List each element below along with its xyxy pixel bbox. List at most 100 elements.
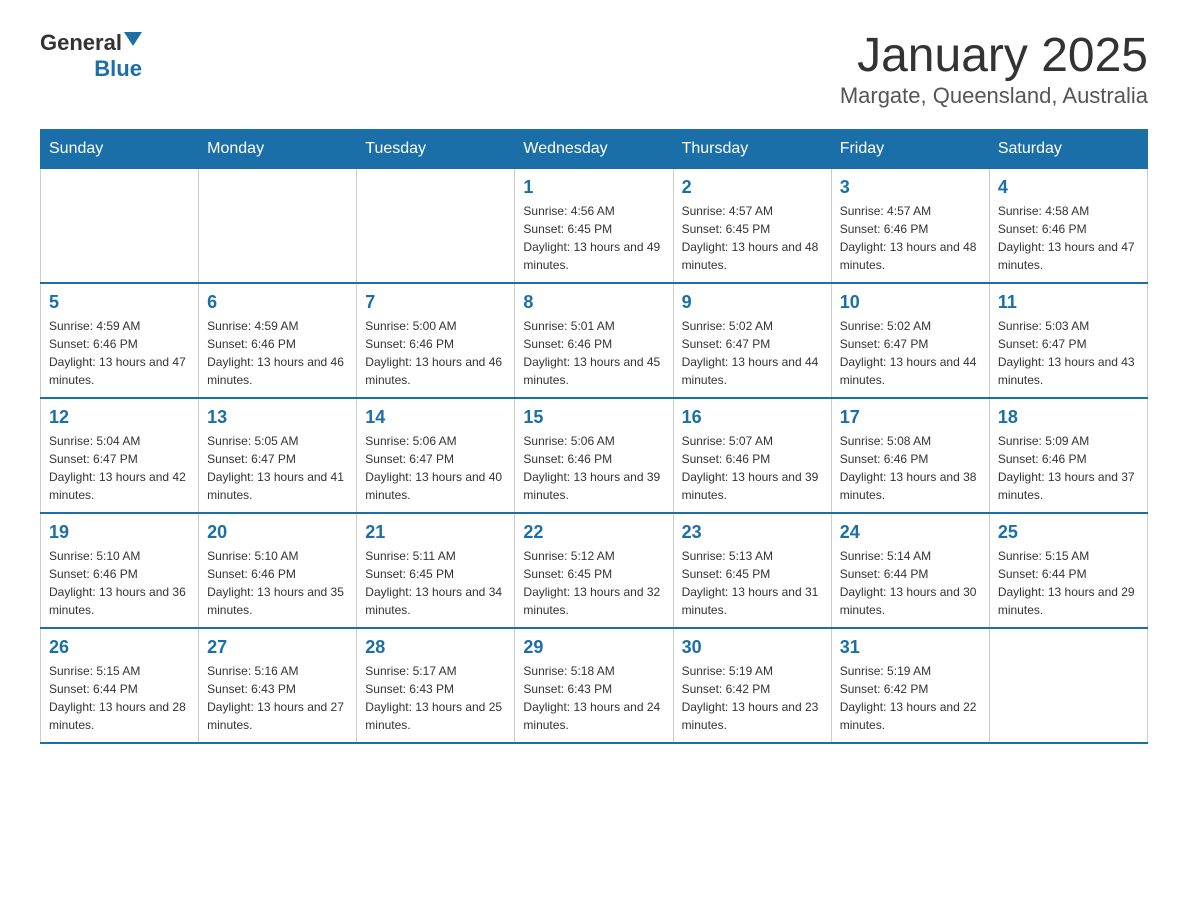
day-info: Sunrise: 5:07 AM Sunset: 6:46 PM Dayligh… — [682, 432, 823, 504]
day-cell: 24Sunrise: 5:14 AM Sunset: 6:44 PM Dayli… — [831, 513, 989, 628]
day-cell: 15 Sunrise: 5:06 AM Sunset: 6:46 PM Dayli… — [515, 398, 673, 513]
week-row-3: 12 Sunrise: 5:04 AM Sunset: 6:47 PM Dayli… — [41, 398, 1148, 513]
day-info: Sunrise: 4:57 AM Sunset: 6:46 PM Dayligh… — [840, 202, 981, 274]
day-cell: 2Sunrise: 4:57 AM Sunset: 6:45 PM Daylig… — [673, 168, 831, 283]
day-cell: 27 Sunrise: 5:16 AM Sunset: 6:43 PM Dayli… — [199, 628, 357, 743]
day-number: 12 — [49, 407, 190, 428]
day-number: 30 — [682, 637, 823, 658]
day-number: 29 — [523, 637, 664, 658]
day-cell: 23Sunrise: 5:13 AM Sunset: 6:45 PM Dayli… — [673, 513, 831, 628]
day-number: 7 — [365, 292, 506, 313]
day-cell: 20 Sunrise: 5:10 AM Sunset: 6:46 PM Dayli… — [199, 513, 357, 628]
logo-arrow-icon — [124, 32, 142, 50]
header-cell-monday: Monday — [199, 129, 357, 168]
day-cell: 29 Sunrise: 5:18 AM Sunset: 6:43 PM Dayli… — [515, 628, 673, 743]
day-cell: 22Sunrise: 5:12 AM Sunset: 6:45 PM Dayli… — [515, 513, 673, 628]
day-cell: 14 Sunrise: 5:06 AM Sunset: 6:47 PM Dayli… — [357, 398, 515, 513]
day-info: Sunrise: 5:17 AM Sunset: 6:43 PM Dayligh… — [365, 662, 506, 734]
day-number: 15 — [523, 407, 664, 428]
day-number: 14 — [365, 407, 506, 428]
logo-icon: General Blue — [40, 30, 142, 82]
day-info: Sunrise: 5:02 AM Sunset: 6:47 PM Dayligh… — [840, 317, 981, 389]
day-info: Sunrise: 5:00 AM Sunset: 6:46 PM Dayligh… — [365, 317, 506, 389]
day-number: 3 — [840, 177, 981, 198]
day-number: 31 — [840, 637, 981, 658]
day-number: 2 — [682, 177, 823, 198]
day-info: Sunrise: 5:01 AM Sunset: 6:46 PM Dayligh… — [523, 317, 664, 389]
day-info: Sunrise: 5:15 AM Sunset: 6:44 PM Dayligh… — [49, 662, 190, 734]
day-info: Sunrise: 5:06 AM Sunset: 6:46 PM Dayligh… — [523, 432, 664, 504]
day-info: Sunrise: 5:03 AM Sunset: 6:47 PM Dayligh… — [998, 317, 1139, 389]
day-number: 8 — [523, 292, 664, 313]
day-info: Sunrise: 5:02 AM Sunset: 6:47 PM Dayligh… — [682, 317, 823, 389]
header-cell-wednesday: Wednesday — [515, 129, 673, 168]
day-cell: 25Sunrise: 5:15 AM Sunset: 6:44 PM Dayli… — [989, 513, 1147, 628]
day-info: Sunrise: 5:10 AM Sunset: 6:46 PM Dayligh… — [49, 547, 190, 619]
day-number: 16 — [682, 407, 823, 428]
week-row-2: 5 Sunrise: 4:59 AM Sunset: 6:46 PM Daylig… — [41, 283, 1148, 398]
day-cell: 26 Sunrise: 5:15 AM Sunset: 6:44 PM Dayli… — [41, 628, 199, 743]
day-cell: 31 Sunrise: 5:19 AM Sunset: 6:42 PM Dayli… — [831, 628, 989, 743]
day-number: 11 — [998, 292, 1139, 313]
header-row: SundayMondayTuesdayWednesdayThursdayFrid… — [41, 129, 1148, 168]
day-number: 28 — [365, 637, 506, 658]
day-number: 9 — [682, 292, 823, 313]
day-number: 24 — [840, 522, 981, 543]
day-number: 19 — [49, 522, 190, 543]
header-cell-sunday: Sunday — [41, 129, 199, 168]
day-info: Sunrise: 5:18 AM Sunset: 6:43 PM Dayligh… — [523, 662, 664, 734]
day-cell: 30 Sunrise: 5:19 AM Sunset: 6:42 PM Dayli… — [673, 628, 831, 743]
day-cell: 28 Sunrise: 5:17 AM Sunset: 6:43 PM Dayli… — [357, 628, 515, 743]
day-info: Sunrise: 5:05 AM Sunset: 6:47 PM Dayligh… — [207, 432, 348, 504]
day-cell: 13Sunrise: 5:05 AM Sunset: 6:47 PM Dayli… — [199, 398, 357, 513]
day-cell: 9 Sunrise: 5:02 AM Sunset: 6:47 PM Daylig… — [673, 283, 831, 398]
day-number: 10 — [840, 292, 981, 313]
day-info: Sunrise: 5:10 AM Sunset: 6:46 PM Dayligh… — [207, 547, 348, 619]
day-cell: 16 Sunrise: 5:07 AM Sunset: 6:46 PM Dayli… — [673, 398, 831, 513]
day-number: 1 — [523, 177, 664, 198]
day-number: 4 — [998, 177, 1139, 198]
calendar-body: 1 Sunrise: 4:56 AM Sunset: 6:45 PM Daylig… — [41, 168, 1148, 743]
day-info: Sunrise: 4:58 AM Sunset: 6:46 PM Dayligh… — [998, 202, 1139, 274]
day-info: Sunrise: 5:16 AM Sunset: 6:43 PM Dayligh… — [207, 662, 348, 734]
day-info: Sunrise: 5:19 AM Sunset: 6:42 PM Dayligh… — [840, 662, 981, 734]
header-cell-saturday: Saturday — [989, 129, 1147, 168]
day-number: 18 — [998, 407, 1139, 428]
day-info: Sunrise: 5:12 AM Sunset: 6:45 PM Dayligh… — [523, 547, 664, 619]
day-cell: 12 Sunrise: 5:04 AM Sunset: 6:47 PM Dayli… — [41, 398, 199, 513]
day-info: Sunrise: 4:56 AM Sunset: 6:45 PM Dayligh… — [523, 202, 664, 274]
day-number: 26 — [49, 637, 190, 658]
day-number: 6 — [207, 292, 348, 313]
day-cell: 4 Sunrise: 4:58 AM Sunset: 6:46 PM Daylig… — [989, 168, 1147, 283]
day-number: 27 — [207, 637, 348, 658]
day-info: Sunrise: 5:04 AM Sunset: 6:47 PM Dayligh… — [49, 432, 190, 504]
day-cell: 7 Sunrise: 5:00 AM Sunset: 6:46 PM Daylig… — [357, 283, 515, 398]
day-cell: 6 Sunrise: 4:59 AM Sunset: 6:46 PM Daylig… — [199, 283, 357, 398]
day-info: Sunrise: 5:11 AM Sunset: 6:45 PM Dayligh… — [365, 547, 506, 619]
day-cell: 19 Sunrise: 5:10 AM Sunset: 6:46 PM Dayli… — [41, 513, 199, 628]
day-cell — [989, 628, 1147, 743]
day-info: Sunrise: 4:59 AM Sunset: 6:46 PM Dayligh… — [49, 317, 190, 389]
day-cell: 18 Sunrise: 5:09 AM Sunset: 6:46 PM Dayli… — [989, 398, 1147, 513]
day-info: Sunrise: 5:09 AM Sunset: 6:46 PM Dayligh… — [998, 432, 1139, 504]
header-cell-friday: Friday — [831, 129, 989, 168]
day-cell: 21Sunrise: 5:11 AM Sunset: 6:45 PM Dayli… — [357, 513, 515, 628]
logo-blue-text: Blue — [94, 56, 142, 81]
day-cell: 11 Sunrise: 5:03 AM Sunset: 6:47 PM Dayli… — [989, 283, 1147, 398]
day-info: Sunrise: 4:59 AM Sunset: 6:46 PM Dayligh… — [207, 317, 348, 389]
day-number: 17 — [840, 407, 981, 428]
day-info: Sunrise: 5:06 AM Sunset: 6:47 PM Dayligh… — [365, 432, 506, 504]
header-cell-tuesday: Tuesday — [357, 129, 515, 168]
logo-general-text: General — [40, 30, 122, 56]
day-cell — [41, 168, 199, 283]
title-block: January 2025 Margate, Queensland, Austra… — [840, 30, 1148, 109]
day-number: 20 — [207, 522, 348, 543]
day-cell: 3 Sunrise: 4:57 AM Sunset: 6:46 PM Daylig… — [831, 168, 989, 283]
day-info: Sunrise: 5:19 AM Sunset: 6:42 PM Dayligh… — [682, 662, 823, 734]
day-number: 5 — [49, 292, 190, 313]
week-row-1: 1 Sunrise: 4:56 AM Sunset: 6:45 PM Daylig… — [41, 168, 1148, 283]
day-cell — [357, 168, 515, 283]
calendar-table: SundayMondayTuesdayWednesdayThursdayFrid… — [40, 129, 1148, 744]
page-title: January 2025 — [840, 30, 1148, 83]
day-info: Sunrise: 5:15 AM Sunset: 6:44 PM Dayligh… — [998, 547, 1139, 619]
